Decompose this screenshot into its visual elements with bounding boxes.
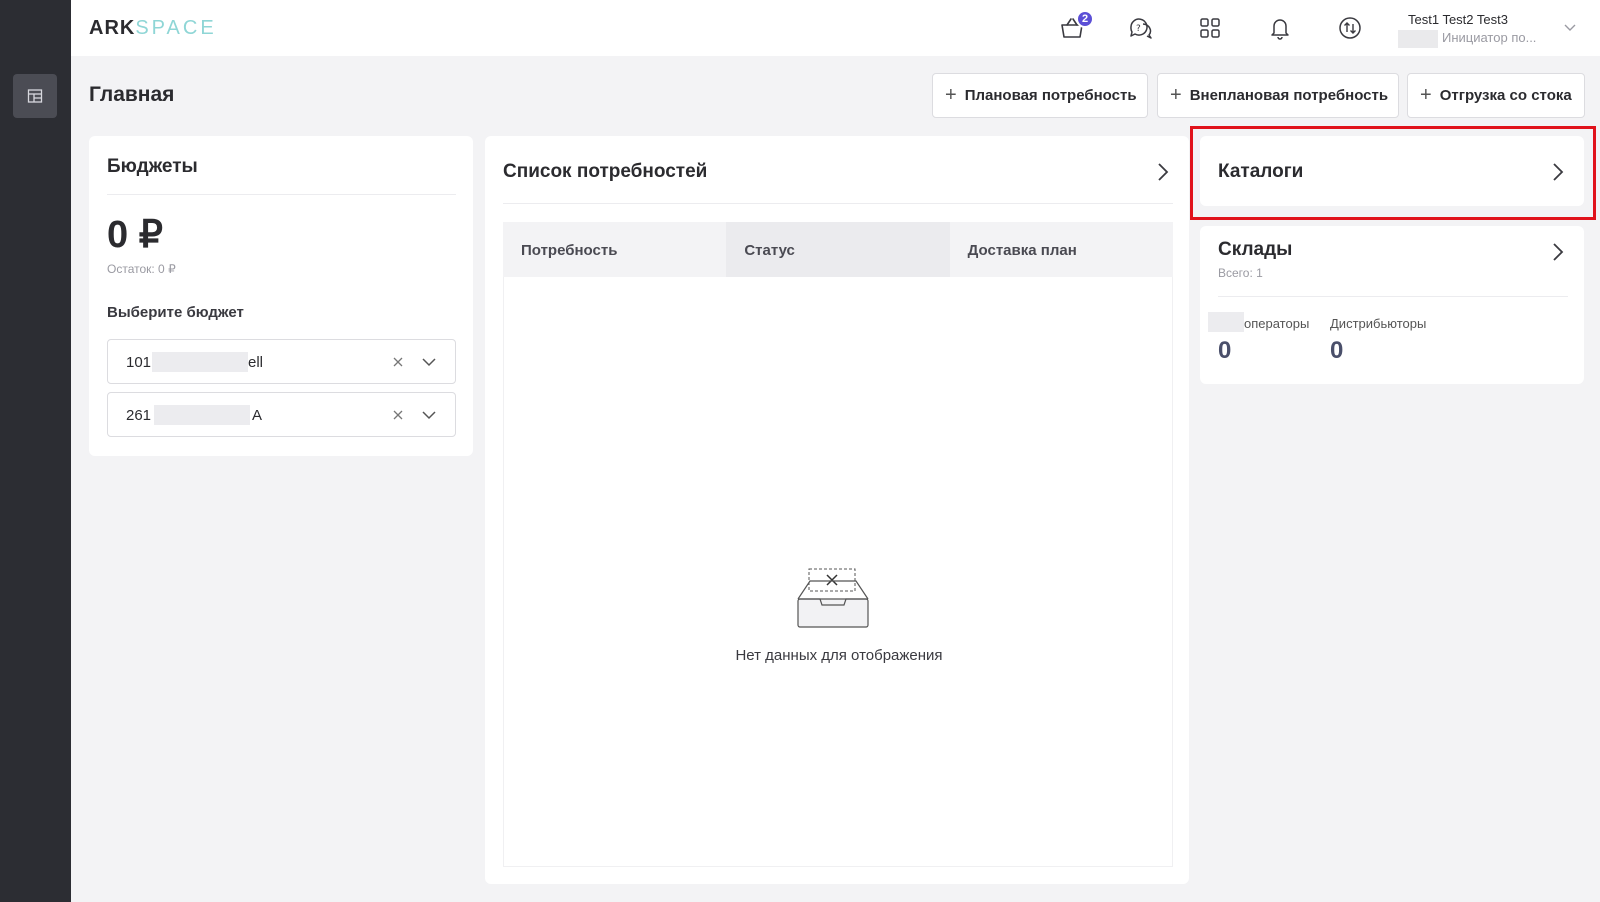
stat-distributors-label: Дистрибьюторы — [1330, 316, 1427, 331]
add-planned-need-button[interactable]: + Плановая потребность — [932, 73, 1148, 118]
needs-table-header: Потребность Статус Доставка план — [503, 222, 1173, 277]
redacted-block — [1208, 312, 1244, 332]
stat-operators-value: 0 — [1218, 337, 1232, 364]
clear-icon[interactable] — [391, 355, 405, 369]
chevron-right-icon[interactable] — [1548, 160, 1568, 184]
needs-table-body: Нет данных для отображения — [503, 277, 1173, 867]
column-header-delivery-plan[interactable]: Доставка план — [949, 222, 1173, 277]
column-header-status[interactable]: Статус — [726, 222, 950, 277]
needs-list-title[interactable]: Список потребностей — [503, 161, 707, 183]
chevron-down-icon[interactable] — [1563, 20, 1577, 34]
plus-icon: + — [1170, 84, 1182, 106]
logo-primary: ARK — [89, 17, 136, 39]
user-name: Test1 Test2 Test3 — [1408, 12, 1508, 27]
warehouses-card[interactable]: Склады Всего: 1 операторы 0 Дистрибьютор… — [1200, 226, 1584, 384]
cart-badge: 2 — [1076, 10, 1094, 28]
needs-list-card: Список потребностей Потребность Статус Д… — [485, 136, 1189, 884]
warehouses-title: Склады — [1218, 239, 1293, 260]
stock-shipment-button[interactable]: + Отгрузка со стока — [1407, 73, 1585, 118]
sidebar-item-dashboard[interactable] — [13, 74, 57, 118]
choose-budget-label: Выберите бюджет — [107, 304, 244, 321]
chevron-right-icon[interactable] — [1548, 240, 1568, 264]
exchange-button[interactable] — [1334, 12, 1366, 44]
dashboard-icon — [27, 89, 43, 103]
user-avatar-redacted — [1398, 30, 1438, 48]
budget-select-value-suffix: ell — [248, 354, 264, 371]
plus-icon: + — [1420, 84, 1432, 106]
budget-amount: 0 ₽ — [107, 214, 163, 256]
bell-icon — [1271, 19, 1289, 40]
logo[interactable]: ARKSPACE — [89, 17, 217, 40]
empty-state-text: Нет данных для отображения — [735, 647, 943, 664]
sidebar — [0, 0, 71, 902]
divider — [503, 203, 1173, 204]
budgets-card: Бюджеты 0 ₽ Остаток: 0 ₽ Выберите бюджет… — [89, 136, 473, 456]
clear-icon[interactable] — [391, 408, 405, 422]
add-unplanned-need-label: Внеплановая потребность — [1189, 87, 1389, 104]
apps-button[interactable] — [1194, 12, 1226, 44]
redacted-block — [152, 352, 248, 372]
budget-select-value-prefix: 101 — [126, 354, 152, 371]
logo-secondary: SPACE — [135, 17, 217, 39]
empty-inbox-icon — [797, 568, 869, 628]
chevron-right-icon[interactable] — [1153, 160, 1173, 184]
budget-remainder: Остаток: 0 ₽ — [107, 262, 176, 276]
exchange-icon — [1339, 17, 1361, 39]
stat-operators-label: операторы — [1244, 316, 1310, 331]
notifications-button[interactable] — [1264, 12, 1296, 44]
support-button[interactable]: ? — [1125, 12, 1157, 44]
topbar: ARKSPACE — [71, 0, 1600, 56]
stock-shipment-label: Отгрузка со стока — [1439, 87, 1572, 104]
divider — [107, 194, 456, 195]
page-title: Главная — [89, 83, 175, 106]
cart-button[interactable]: 2 — [1056, 10, 1094, 44]
budgets-title: Бюджеты — [107, 156, 198, 177]
divider — [1218, 296, 1568, 297]
chevron-down-icon[interactable] — [421, 408, 437, 422]
add-planned-need-label: Плановая потребность — [964, 87, 1137, 104]
stat-distributors-value: 0 — [1330, 337, 1344, 364]
column-header-need[interactable]: Потребность — [503, 222, 727, 277]
redacted-block — [154, 405, 250, 425]
add-unplanned-need-button[interactable]: + Внеплановая потребность — [1157, 73, 1399, 118]
budget-select-2[interactable]: 261 A — [107, 392, 456, 437]
catalogs-title: Каталоги — [1218, 161, 1304, 182]
budget-select-value-suffix: A — [252, 407, 263, 424]
chevron-down-icon[interactable] — [421, 355, 437, 369]
support-chat-icon: ? — [1130, 18, 1152, 39]
budget-select-value-prefix: 261 — [126, 407, 152, 424]
apps-grid-icon — [1200, 18, 1220, 38]
budget-select-1[interactable]: 101 ell — [107, 339, 456, 384]
plus-icon: + — [945, 84, 957, 106]
catalogs-card[interactable]: Каталоги — [1200, 136, 1584, 206]
user-role: Инициатор по... — [1442, 30, 1537, 45]
warehouses-total: Всего: 1 — [1218, 266, 1263, 280]
svg-text:?: ? — [1136, 24, 1141, 34]
